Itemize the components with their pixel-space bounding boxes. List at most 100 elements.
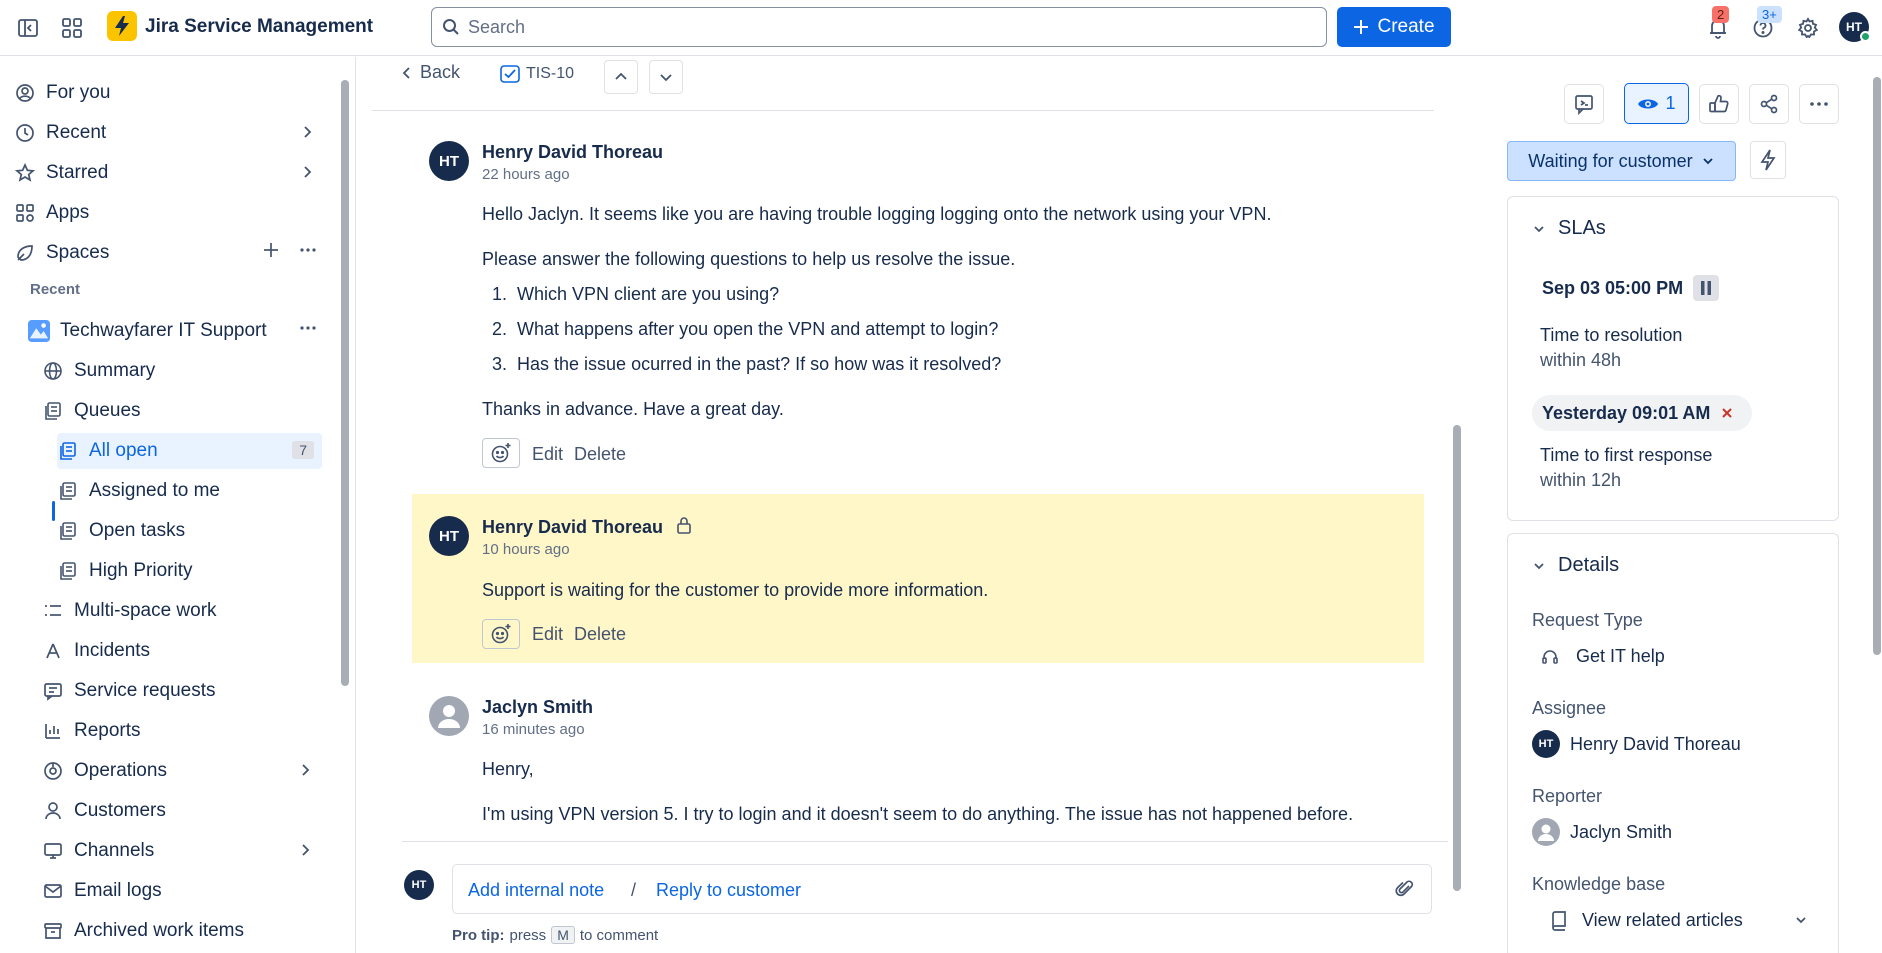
sidebar-item-summary[interactable]: Summary: [42, 353, 322, 389]
slas-card: SLAs Sep 03 05:00 PM Time to resolution …: [1507, 196, 1839, 521]
previous-issue-button[interactable]: [604, 60, 638, 94]
like-button[interactable]: [1699, 84, 1739, 124]
search-box[interactable]: [431, 7, 1327, 47]
slas-toggle[interactable]: SLAs: [1532, 217, 1606, 240]
sidebar-item-operations[interactable]: Operations: [42, 753, 322, 789]
project-more-icon[interactable]: [298, 319, 318, 343]
sidebar-item-assigned-to-me[interactable]: Assigned to me: [57, 473, 322, 509]
sidebar-item-open-tasks[interactable]: Open tasks: [57, 513, 322, 549]
emoji-add-icon: [491, 624, 511, 644]
sidebar-item-apps[interactable]: Apps: [14, 195, 324, 231]
all-open-count-badge: 7: [292, 441, 314, 459]
chevron-right-icon[interactable]: [298, 841, 312, 865]
back-button[interactable]: Back: [400, 62, 460, 83]
attachment-paperclip-icon[interactable]: [1395, 879, 1415, 904]
lightning-bolt-icon: [1760, 149, 1776, 171]
chevron-down-icon: [660, 74, 672, 82]
watchers-button[interactable]: 1: [1624, 83, 1689, 124]
status-dropdown[interactable]: Waiting for customer: [1507, 141, 1736, 181]
details-card: Details Request Type Get IT help Assigne…: [1507, 533, 1839, 953]
sidebar-item-reports[interactable]: Reports: [42, 713, 322, 749]
breached-x-icon: [1722, 408, 1733, 418]
keyboard-shortcut-key: M: [551, 926, 575, 944]
assignee-field[interactable]: HT Henry David Thoreau: [1532, 730, 1741, 758]
sidebar-item-all-open[interactable]: All open 7: [57, 433, 322, 469]
edit-comment-button[interactable]: Edit: [532, 444, 563, 465]
add-reaction-button[interactable]: [482, 438, 520, 468]
knowledge-base-dropdown[interactable]: View related articles: [1550, 910, 1816, 931]
sidebar-item-high-priority[interactable]: High Priority: [57, 553, 322, 589]
delete-comment-button[interactable]: Delete: [574, 624, 626, 645]
sidebar-item-for-you[interactable]: For you: [14, 75, 324, 111]
spaces-more-icon[interactable]: [298, 241, 318, 265]
details-toggle[interactable]: Details: [1532, 554, 1619, 577]
create-button[interactable]: Create: [1337, 7, 1451, 47]
app-switcher-icon[interactable]: [56, 12, 88, 44]
comment-author-name[interactable]: Henry David Thoreau: [482, 517, 663, 538]
chevron-right-icon[interactable]: [300, 123, 314, 147]
issue-key-link[interactable]: TIS-10: [500, 64, 574, 84]
chevron-right-icon[interactable]: [300, 163, 314, 187]
envelope-icon: [42, 880, 64, 902]
comment-timestamp[interactable]: 22 hours ago: [482, 166, 570, 183]
comment-author-name[interactable]: Henry David Thoreau: [482, 142, 663, 163]
user-circle-icon: [14, 82, 36, 104]
share-button[interactable]: [1749, 84, 1789, 124]
online-status-dot: [1860, 31, 1871, 42]
sidebar-item-customers[interactable]: Customers: [42, 793, 322, 829]
sidebar-item-archived[interactable]: Archived work items: [42, 913, 322, 949]
sidebar-item-service-requests[interactable]: Service requests: [42, 673, 322, 709]
sidebar-scrollbar[interactable]: [341, 80, 349, 686]
comment-author-avatar[interactable]: HT: [429, 516, 469, 556]
sidebar-item-incidents[interactable]: Incidents: [42, 633, 322, 669]
eye-icon: [1638, 99, 1659, 108]
edit-comment-button[interactable]: Edit: [532, 624, 563, 645]
reply-to-customer-link[interactable]: Reply to customer: [656, 880, 801, 901]
person-silhouette-icon: [438, 705, 460, 728]
more-actions-button[interactable]: [1799, 84, 1839, 124]
sidebar-item-spaces[interactable]: Spaces: [14, 235, 324, 271]
comment-author-avatar[interactable]: HT: [429, 141, 469, 181]
comment-text: Henry,: [482, 759, 534, 779]
comment-list-item: 1. Which VPN client are you using?: [492, 284, 780, 304]
add-space-plus-icon[interactable]: [262, 241, 280, 265]
slas-title: SLAs: [1558, 217, 1606, 239]
main-scrollbar[interactable]: [1453, 425, 1461, 891]
chevron-right-icon[interactable]: [298, 761, 312, 785]
sidebar-item-channels[interactable]: Channels: [42, 833, 322, 869]
sidebar-item-queues[interactable]: Queues: [42, 393, 322, 429]
feedback-chat-icon: [1575, 95, 1593, 115]
settings-gear-icon[interactable]: [1792, 12, 1824, 44]
sidebar-project-techwayfarer[interactable]: Techwayfarer IT Support: [28, 313, 324, 349]
sidebar-item-starred[interactable]: Starred: [14, 155, 324, 191]
comment-timestamp[interactable]: 10 hours ago: [482, 541, 570, 558]
bar-chart-icon: [42, 720, 64, 742]
automation-button[interactable]: [1750, 141, 1786, 179]
comment-author-avatar-default[interactable]: [429, 696, 469, 736]
chat-icon: [42, 680, 64, 702]
next-issue-button[interactable]: [649, 60, 683, 94]
more-horizontal-icon: [1810, 102, 1828, 106]
request-type-field[interactable]: Get IT help: [1540, 646, 1665, 667]
feedback-button[interactable]: [1564, 84, 1604, 124]
comment-editor[interactable]: Add internal note / Reply to customer: [452, 864, 1432, 914]
spaces-icon: [14, 242, 36, 264]
app-title[interactable]: Jira Service Management: [145, 16, 373, 38]
sidebar-item-recent[interactable]: Recent: [14, 115, 324, 151]
sidebar-item-email-logs[interactable]: Email logs: [42, 873, 322, 909]
reporter-avatar-default: [1532, 818, 1560, 846]
add-reaction-button[interactable]: [482, 619, 520, 649]
right-panel-scrollbar[interactable]: [1873, 77, 1881, 655]
jira-logo-icon[interactable]: [107, 11, 137, 41]
chevron-up-icon: [615, 72, 627, 80]
queue-icon: [57, 440, 79, 462]
search-input[interactable]: [468, 16, 1288, 38]
sidebar-item-multi-space-work[interactable]: Multi-space work: [42, 593, 322, 629]
reporter-field[interactable]: Jaclyn Smith: [1532, 818, 1672, 846]
recent-section-heading: Recent: [30, 281, 81, 298]
add-internal-note-link[interactable]: Add internal note: [468, 880, 604, 901]
delete-comment-button[interactable]: Delete: [574, 444, 626, 465]
comment-timestamp[interactable]: 16 minutes ago: [482, 721, 585, 738]
sidebar-toggle-icon[interactable]: [12, 12, 44, 44]
comment-author-name[interactable]: Jaclyn Smith: [482, 697, 593, 718]
